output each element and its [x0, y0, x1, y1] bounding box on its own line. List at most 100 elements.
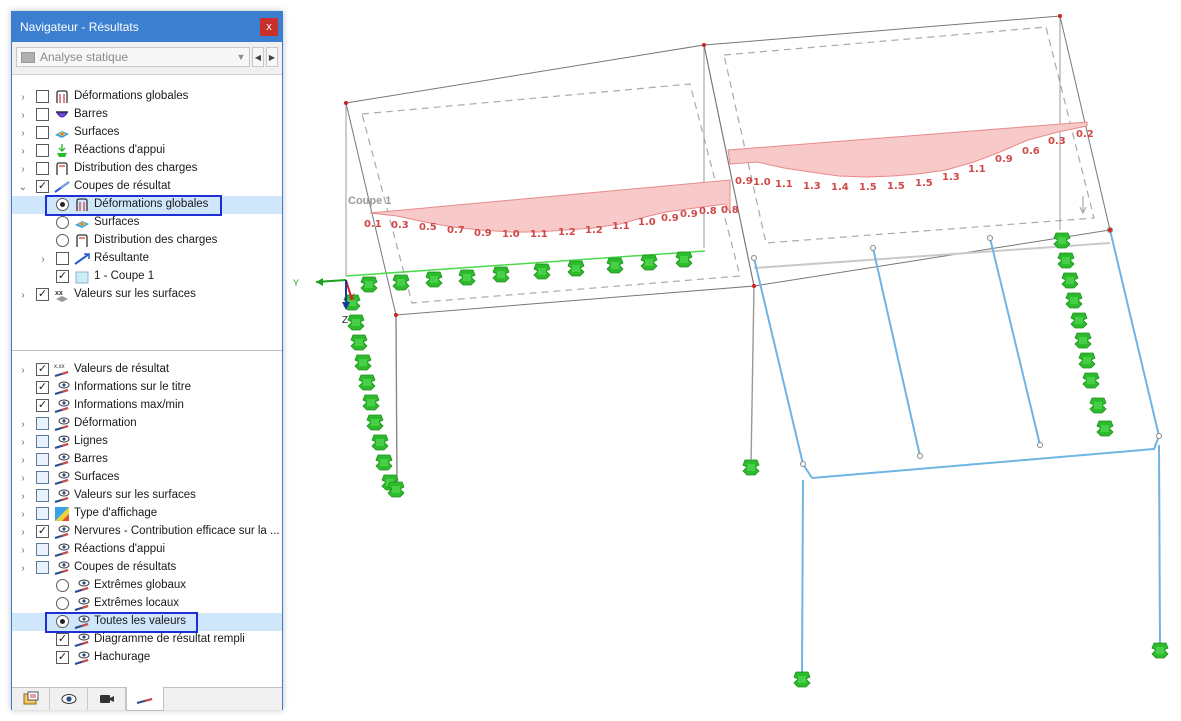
- tree-row[interactable]: › ✓ xx Valeurs sur les surfaces: [12, 286, 282, 304]
- tree-row[interactable]: › Distribution des charges: [12, 160, 282, 178]
- checkbox[interactable]: ✓: [36, 288, 49, 301]
- checkbox[interactable]: [36, 543, 49, 556]
- tree-row[interactable]: › ✓ x.xx Valeurs de résultat: [12, 361, 282, 379]
- radio-button[interactable]: [56, 216, 69, 229]
- checkbox[interactable]: [36, 471, 49, 484]
- chevron-right-icon[interactable]: ›: [18, 88, 28, 106]
- tree-row[interactable]: › Lignes: [12, 433, 282, 451]
- radio-button[interactable]: [56, 597, 69, 610]
- display-type-icon-wrap: [54, 506, 70, 522]
- tab-camera[interactable]: [88, 688, 126, 710]
- tree-row[interactable]: › ✓ Nervures - Contribution efficace sur l…: [12, 523, 282, 541]
- diagram-value: 0.3: [1048, 136, 1066, 147]
- checkbox[interactable]: ✓: [56, 270, 69, 283]
- display-eye-icon-wrap: [54, 416, 70, 432]
- checkbox[interactable]: [36, 144, 49, 157]
- chevron-right-icon[interactable]: ›: [18, 469, 28, 487]
- static-analysis-icon: [21, 51, 35, 63]
- model-viewport[interactable]: 0.1 0.3 0.5 0.7 0.9 1.0 1.1 1.2 1.2 1.1 …: [290, 0, 1181, 721]
- checkbox[interactable]: [36, 489, 49, 502]
- tree-row[interactable]: › Réactions d'appui: [12, 142, 282, 160]
- checkbox[interactable]: ✓: [56, 633, 69, 646]
- navigator-tabs: [12, 687, 282, 711]
- chevron-right-icon[interactable]: ›: [38, 250, 48, 268]
- checkbox[interactable]: [36, 108, 49, 121]
- tree-item-label: Surfaces: [94, 216, 140, 228]
- chevron-right-icon[interactable]: ›: [18, 451, 28, 469]
- checkbox[interactable]: ✓: [36, 363, 49, 376]
- chevron-down-icon[interactable]: ⌄: [18, 178, 28, 196]
- checkbox[interactable]: ✓: [36, 525, 49, 538]
- next-arrow-button[interactable]: ▶: [266, 47, 278, 67]
- chevron-right-icon[interactable]: ›: [18, 124, 28, 142]
- checkbox[interactable]: [36, 162, 49, 175]
- checkbox[interactable]: ✓: [36, 399, 49, 412]
- tab-view[interactable]: [50, 688, 88, 710]
- checkbox[interactable]: [36, 561, 49, 574]
- tree-row[interactable]: › Déformation: [12, 415, 282, 433]
- tab-data[interactable]: [12, 688, 50, 710]
- tree-item-label: Barres: [74, 108, 108, 120]
- tree-row[interactable]: › Type d'affichage: [12, 505, 282, 523]
- checkbox[interactable]: ✓: [56, 651, 69, 664]
- tree-row[interactable]: ✓ Hachurage: [12, 649, 282, 667]
- tree-row[interactable]: Surfaces: [12, 214, 282, 232]
- analysis-dropdown[interactable]: Analyse statique ▼: [16, 47, 250, 67]
- tree-row[interactable]: Extrêmes locaux: [12, 595, 282, 613]
- checkbox[interactable]: [56, 252, 69, 265]
- chevron-right-icon[interactable]: ›: [18, 415, 28, 433]
- previous-arrow-button[interactable]: ◀: [252, 47, 264, 67]
- tree-row[interactable]: ⌄ ✓ Coupes de résultat: [12, 178, 282, 196]
- chevron-right-icon[interactable]: ›: [18, 487, 28, 505]
- chevron-down-icon: ▼: [236, 52, 246, 62]
- tree-row[interactable]: ✓ Informations max/min: [12, 397, 282, 415]
- tree-row[interactable]: › Surfaces: [12, 469, 282, 487]
- radio-button[interactable]: [56, 579, 69, 592]
- navigator-titlebar: Navigateur - Résultats x: [12, 12, 282, 42]
- chevron-right-icon[interactable]: ›: [18, 523, 28, 541]
- diagram-value: 1.0: [502, 229, 520, 240]
- load-distribution-icon: [56, 162, 68, 175]
- checkbox[interactable]: [36, 417, 49, 430]
- checkbox[interactable]: [36, 126, 49, 139]
- checkbox[interactable]: ✓: [36, 180, 49, 193]
- chevron-right-icon[interactable]: ›: [18, 361, 28, 379]
- line-supports-right-column: [1053, 232, 1114, 437]
- diagram-value: 0.9: [474, 228, 492, 239]
- tree-row[interactable]: › Résultante: [12, 250, 282, 268]
- chevron-right-icon[interactable]: ›: [18, 505, 28, 523]
- chevron-right-icon[interactable]: ›: [18, 106, 28, 124]
- checkbox[interactable]: [36, 453, 49, 466]
- chevron-right-icon[interactable]: ›: [18, 433, 28, 451]
- tree-row[interactable]: Distribution des charges: [12, 232, 282, 250]
- checkbox[interactable]: [36, 507, 49, 520]
- diagram-value: 1.3: [803, 181, 821, 192]
- tab-results[interactable]: [126, 687, 164, 711]
- tree-row[interactable]: ✓ 1 - Coupe 1: [12, 268, 282, 286]
- chevron-right-icon[interactable]: ›: [18, 160, 28, 178]
- tree-row[interactable]: › Déformations globales: [12, 88, 282, 106]
- chevron-right-icon[interactable]: ›: [18, 286, 28, 304]
- chevron-right-icon[interactable]: ›: [18, 559, 28, 577]
- tree-row[interactable]: ✓ Informations sur le titre: [12, 379, 282, 397]
- tree-row[interactable]: › Coupes de résultats: [12, 559, 282, 577]
- tree-row[interactable]: › Barres: [12, 451, 282, 469]
- tree-row[interactable]: › Surfaces: [12, 124, 282, 142]
- tree-row[interactable]: › Barres: [12, 106, 282, 124]
- checkbox[interactable]: [36, 435, 49, 448]
- close-button[interactable]: x: [260, 18, 278, 36]
- checkbox[interactable]: [36, 90, 49, 103]
- tree-item-label: Surfaces: [74, 471, 120, 483]
- tree-row[interactable]: › Réactions d'appui: [12, 541, 282, 559]
- radio-button[interactable]: [56, 234, 69, 247]
- display-eye-icon-wrap: [54, 398, 70, 414]
- tree-row[interactable]: › Valeurs sur les surfaces: [12, 487, 282, 505]
- tree-row[interactable]: Extrêmes globaux: [12, 577, 282, 595]
- axis-triad: Y X Z: [293, 278, 355, 326]
- tree-row[interactable]: ✓ Diagramme de résultat rempli: [12, 631, 282, 649]
- chevron-right-icon[interactable]: ›: [18, 541, 28, 559]
- chevron-right-icon[interactable]: ›: [18, 142, 28, 160]
- analysis-dropdown-value: Analyse statique: [40, 50, 129, 64]
- checkbox[interactable]: ✓: [36, 381, 49, 394]
- display-eye-icon-wrap: [74, 632, 90, 648]
